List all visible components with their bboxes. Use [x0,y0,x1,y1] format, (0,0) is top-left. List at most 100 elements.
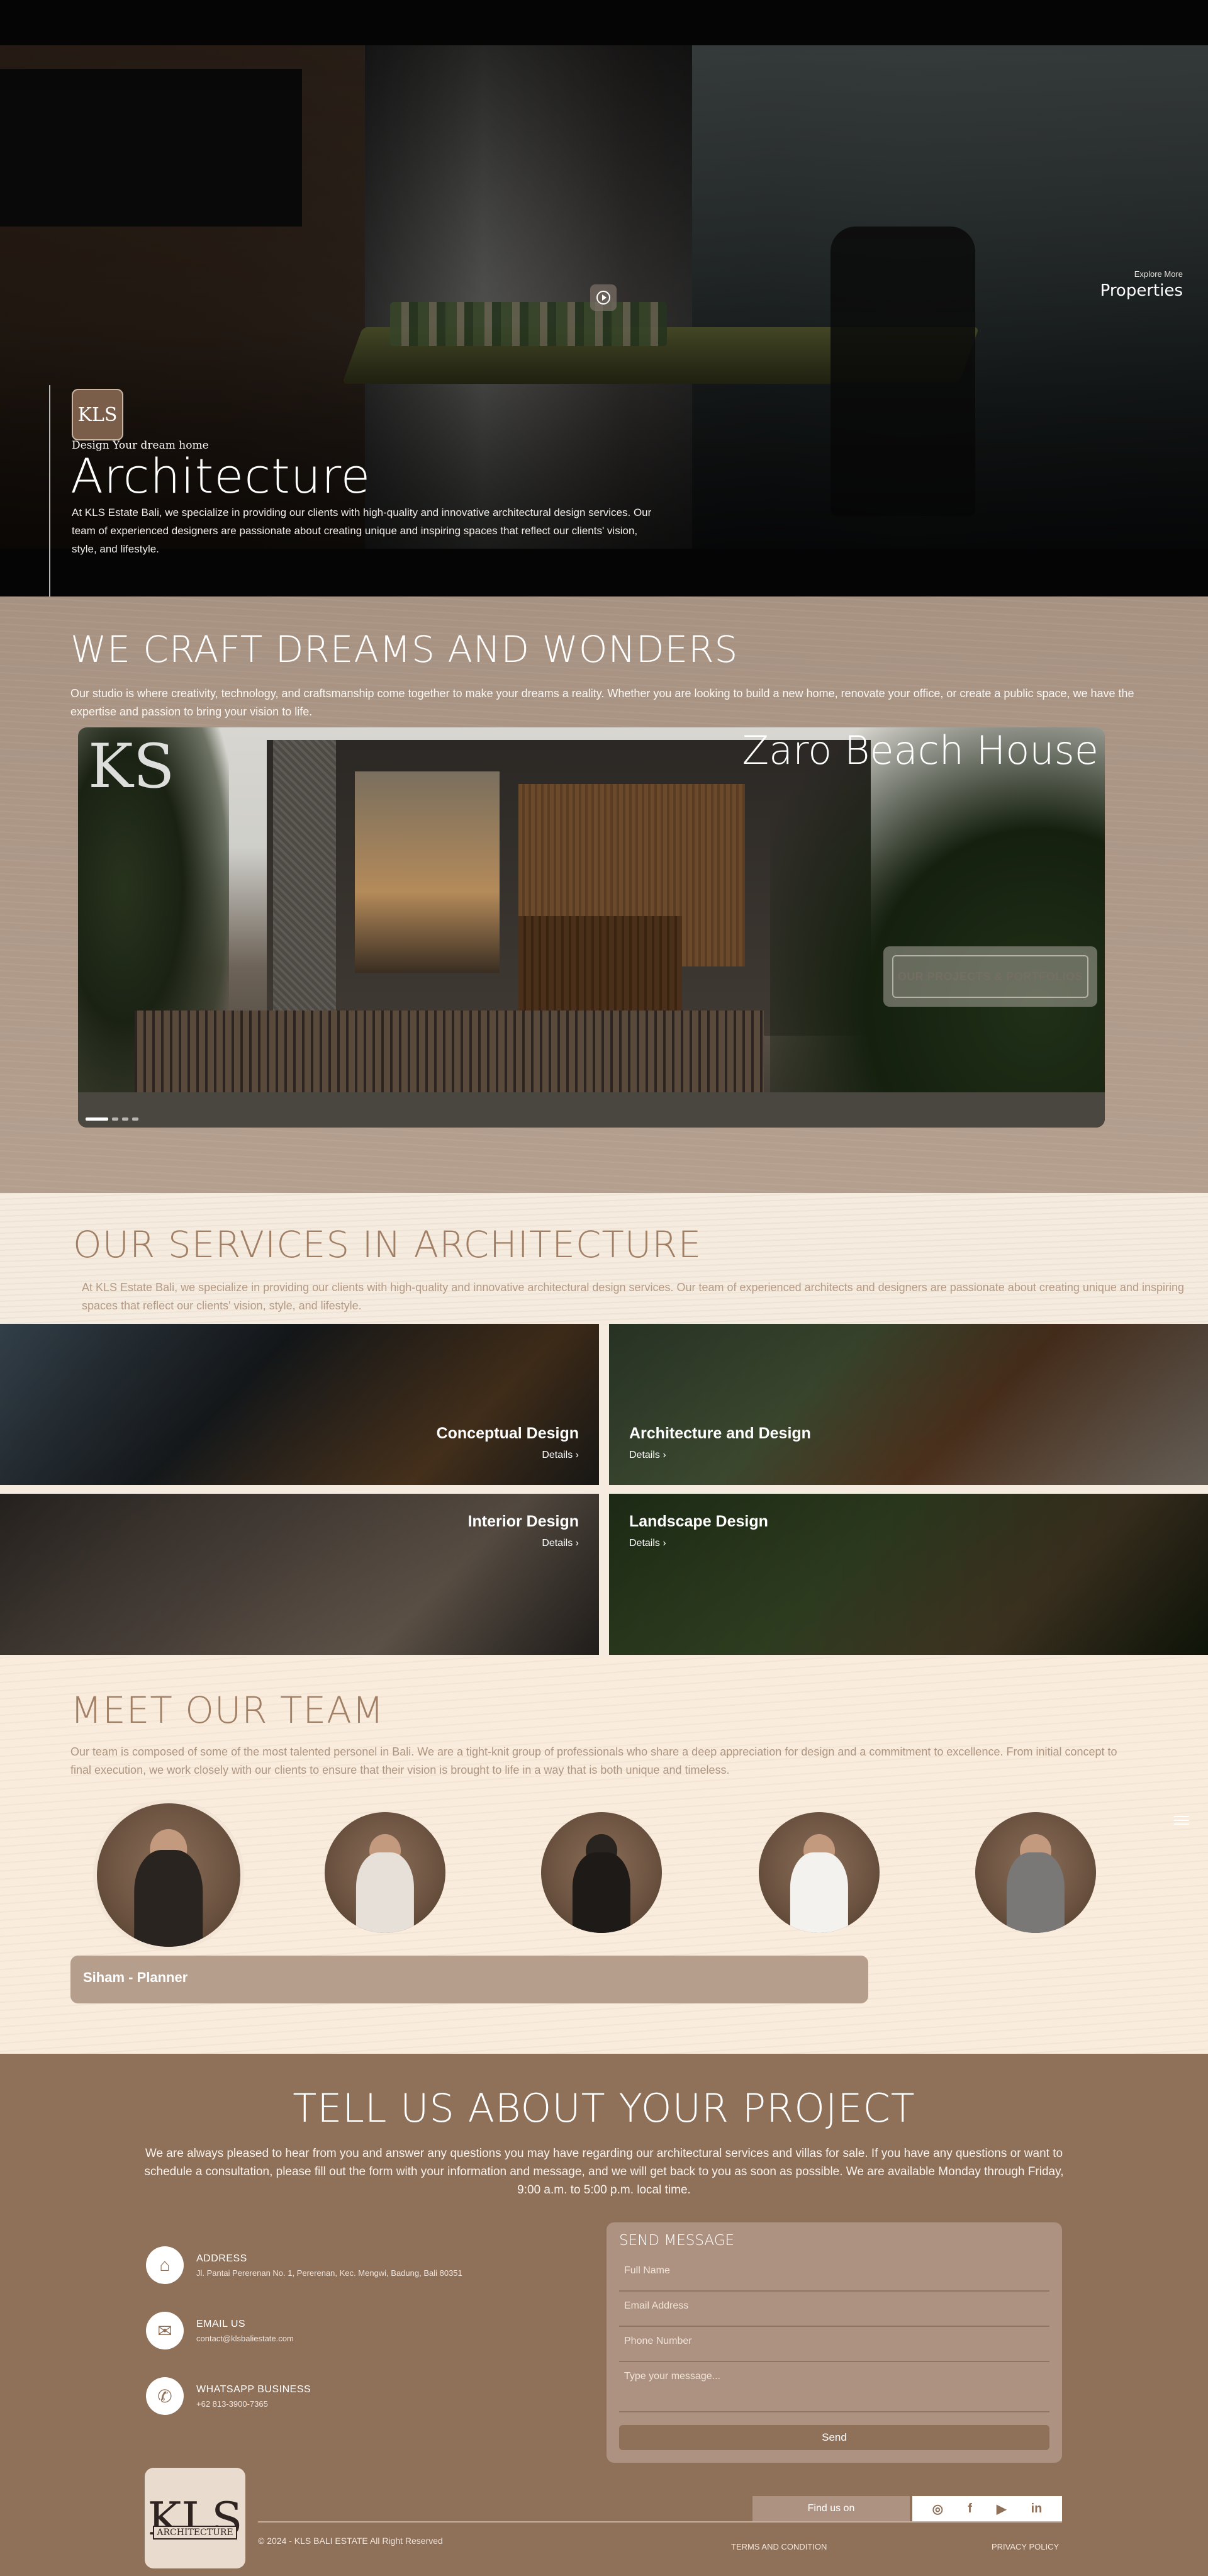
slide-title: Zaro Beach House [742,727,1099,773]
projects-portfolios-button[interactable]: OUR PROJECTS & PORTFOLIOS [883,946,1097,1007]
chevron-right-icon: › [663,1538,666,1548]
chevron-right-icon: › [663,1450,666,1460]
member-body [1006,1852,1065,1933]
privacy-link[interactable]: PRIVACY POLICY [992,2542,1059,2551]
slider-dot[interactable] [132,1117,138,1121]
email-info[interactable]: ✉ EMAIL US contact@klsbaliestate.com [146,2312,294,2349]
service-card-title: Landscape Design [629,1513,768,1530]
address-label: ADDRESS [196,2253,247,2264]
whatsapp-info[interactable]: ✆ WHATSAPP BUSINESS +62 813-3900-7365 [146,2377,311,2415]
service-card-title: Conceptual Design [436,1425,579,1442]
footer-logo-subtitle: ARCHITECTURE [153,2526,237,2540]
terms-link[interactable]: TERMS AND CONDITION [731,2542,827,2551]
service-details-link[interactable]: Details › [629,1450,666,1461]
service-card-landscape-design[interactable]: Landscape Design Details › [609,1494,1208,1655]
hero-logo: KLS [72,389,123,440]
details-label: Details [542,1538,573,1548]
service-details-link[interactable]: Details › [542,1538,579,1549]
chevron-right-icon: › [575,1538,579,1548]
details-label: Details [629,1450,660,1460]
hero-title: Architecture [70,448,371,504]
slide-logo: KS [88,731,175,802]
slider-dot[interactable] [112,1117,118,1121]
details-label: Details [542,1450,573,1460]
copyright-text: © 2024 - KLS BALI ESTATE All Right Reser… [258,2536,443,2546]
contact-form: SEND MESSAGE Full Name Email Address Pho… [607,2222,1062,2463]
explore-properties-link[interactable]: Explore More Properties [1100,269,1183,300]
team-title: MEET OUR TEAM [70,1689,384,1732]
palm-right-image [770,727,1105,1128]
email-value[interactable]: contact@klsbaliestate.com [196,2334,294,2343]
phone-field[interactable]: Phone Number [619,2327,1049,2362]
team-description: Our team is composed of some of the most… [70,1745,1117,1776]
send-button[interactable]: Send [619,2425,1049,2450]
member-body [355,1852,415,1933]
form-title: SEND MESSAGE [619,2232,735,2249]
projects-portfolios-label: OUR PROJECTS & PORTFOLIOS [892,955,1088,998]
chevron-right-icon: › [575,1450,579,1460]
team-member-avatar[interactable] [759,1812,880,1933]
hero-description: At KLS Estate Bali, we specialize in pro… [72,507,652,555]
footer-divider [258,2521,1062,2523]
details-label: Details [629,1538,660,1548]
play-video-button[interactable] [590,284,617,311]
house-stone-wall [273,740,336,1036]
instagram-icon[interactable]: ◎ [932,2501,943,2517]
address-value: Jl. Pantai Pererenan No. 1, Pererenan, K… [196,2268,462,2278]
team-member-avatar[interactable] [93,1800,244,1951]
member-body [134,1849,203,1947]
team-member-avatar[interactable] [541,1812,662,1933]
house-ground [78,1092,1105,1128]
team-member-avatar[interactable] [325,1812,445,1933]
services-title: OUR SERVICES IN ARCHITECTURE [73,1223,702,1266]
properties-label: Properties [1100,281,1183,300]
service-card-conceptual-design[interactable]: Conceptual Design Details › [0,1324,599,1485]
craft-section: WE CRAFT DREAMS AND WONDERS Our studio i… [0,596,1208,1193]
hero-section: Explore More Properties KLS Design Your … [0,0,1208,596]
email-field[interactable]: Email Address [619,2292,1049,2327]
email-label: EMAIL US [196,2318,246,2329]
mail-icon: ✉ [146,2312,184,2349]
social-links: ◎ f ▶ in [912,2496,1062,2521]
service-card-title: Architecture and Design [629,1425,811,1442]
service-details-link[interactable]: Details › [629,1538,666,1549]
team-member-avatar[interactable] [975,1812,1096,1933]
slider-dot[interactable] [86,1117,108,1121]
team-member-caption: Siham - Planner [70,1956,868,2003]
facebook-icon[interactable]: f [968,2502,972,2516]
project-slider[interactable]: KS Zaro Beach House OUR PROJECTS & PORTF… [78,727,1105,1128]
whatsapp-icon: ✆ [146,2377,184,2415]
team-section: MEET OUR TEAM Our team is composed of so… [0,1657,1208,2054]
slider-dots [86,1117,138,1121]
member-body [790,1852,849,1933]
play-icon [596,291,610,305]
building-icon: ⌂ [146,2246,184,2284]
menu-icon[interactable] [1174,1816,1189,1827]
service-card-overlay [0,1324,599,1485]
craft-title: WE CRAFT DREAMS AND WONDERS [70,628,739,671]
house-fence [135,1011,764,1099]
service-card-architecture-design[interactable]: Architecture and Design Details › [609,1324,1208,1485]
full-name-field[interactable]: Full Name [619,2256,1049,2292]
find-us-label: Find us on [752,2496,910,2521]
footer-logo[interactable]: KLS ARCHITECTURE [145,2468,245,2568]
whatsapp-label: WHATSAPP BUSINESS [196,2383,311,2395]
slider-dot[interactable] [122,1117,128,1121]
message-field[interactable]: Type your message... [619,2362,1049,2412]
whatsapp-value[interactable]: +62 813-3900-7365 [196,2399,311,2409]
hero-logo-text: KLS [77,403,118,426]
contact-title: TELL US ABOUT YOUR PROJECT [293,2085,915,2131]
address-info: ⌂ ADDRESS Jl. Pantai Pererenan No. 1, Pe… [146,2246,462,2284]
craft-description: Our studio is where creativity, technolo… [70,687,1134,718]
contact-description: We are always pleased to hear from you a… [144,2147,1064,2197]
service-card-overlay [609,1324,1208,1485]
youtube-icon[interactable]: ▶ [997,2501,1006,2517]
service-card-title: Interior Design [467,1513,579,1530]
house-window [355,771,500,973]
member-body [572,1852,631,1933]
service-card-interior-design[interactable]: Interior Design Details › [0,1494,599,1655]
linkedin-icon[interactable]: in [1031,2502,1043,2516]
services-description: At KLS Estate Bali, we specialize in pro… [82,1281,1184,1312]
service-details-link[interactable]: Details › [542,1450,579,1461]
explore-more-label: Explore More [1134,269,1183,279]
